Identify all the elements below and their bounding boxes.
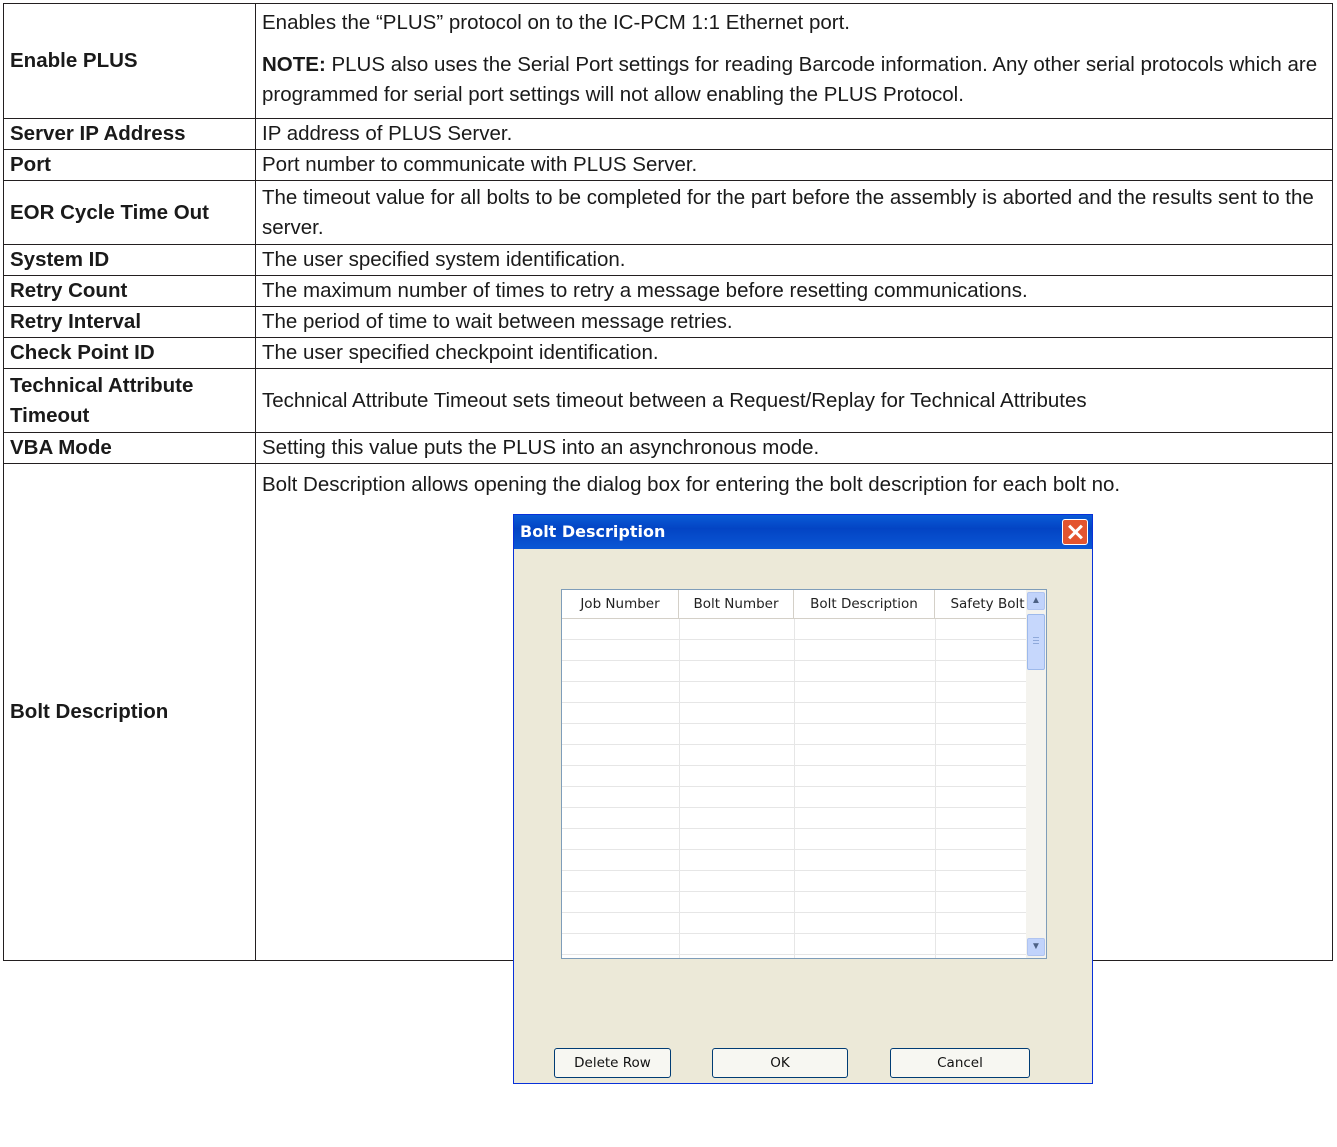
column-header-bolt-number[interactable]: Bolt Number bbox=[679, 590, 794, 618]
parameters-table: Enable PLUS Enables the “PLUS” protocol … bbox=[3, 3, 1333, 1084]
param-label: Server IP Address bbox=[3, 118, 256, 150]
row-server-ip: Server IP Address IP address of PLUS Ser… bbox=[3, 118, 1333, 150]
row-vba-mode: VBA Mode Setting this value puts the PLU… bbox=[3, 432, 1333, 464]
param-description: Enables the “PLUS” protocol on to the IC… bbox=[255, 3, 1333, 119]
param-label: Check Point ID bbox=[3, 337, 256, 369]
row-enable-plus: Enable PLUS Enables the “PLUS” protocol … bbox=[3, 3, 1333, 119]
param-description-text: Enables the “PLUS” protocol on to the IC… bbox=[262, 11, 850, 34]
param-label: VBA Mode bbox=[3, 432, 256, 464]
column-header-safety-bolt[interactable]: Safety Bolt bbox=[935, 590, 1040, 618]
param-label: Port bbox=[3, 149, 256, 181]
param-label: Enable PLUS bbox=[3, 3, 256, 119]
close-icon[interactable] bbox=[1062, 519, 1088, 545]
param-label: System ID bbox=[3, 244, 256, 276]
ok-button[interactable]: OK bbox=[712, 1048, 848, 1078]
note-label: NOTE: bbox=[262, 53, 326, 76]
row-bolt-description: Bolt Description Bolt Description allows… bbox=[3, 463, 1333, 1084]
param-description-text: Bolt Description allows opening the dial… bbox=[262, 473, 1121, 496]
column-header-job-number[interactable]: Job Number bbox=[562, 590, 679, 618]
row-system-id: System ID The user specified system iden… bbox=[3, 244, 1333, 276]
bolt-description-dialog: Bolt Description Job Number Bolt Number … bbox=[513, 514, 1093, 1084]
param-label: Retry Interval bbox=[3, 306, 256, 338]
param-description: IP address of PLUS Server. bbox=[255, 118, 1333, 150]
dialog-titlebar: Bolt Description bbox=[514, 515, 1092, 549]
vertical-scrollbar[interactable]: ▲ ▼ bbox=[1026, 590, 1046, 958]
note-text: PLUS also uses the Serial Port settings … bbox=[262, 53, 1318, 106]
dialog-title: Bolt Description bbox=[520, 522, 666, 541]
scroll-thumb[interactable] bbox=[1027, 614, 1045, 670]
param-description: The period of time to wait between messa… bbox=[255, 306, 1333, 338]
row-retry-count: Retry Count The maximum number of times … bbox=[3, 275, 1333, 307]
row-port: Port Port number to communicate with PLU… bbox=[3, 149, 1333, 181]
param-description: Setting this value puts the PLUS into an… bbox=[255, 432, 1333, 464]
param-description: Port number to communicate with PLUS Ser… bbox=[255, 149, 1333, 181]
param-label: Retry Count bbox=[3, 275, 256, 307]
delete-row-button[interactable]: Delete Row bbox=[554, 1048, 671, 1078]
row-retry-interval: Retry Interval The period of time to wai… bbox=[3, 306, 1333, 338]
grid-body[interactable] bbox=[562, 619, 1040, 958]
scroll-down-icon[interactable]: ▼ bbox=[1027, 938, 1045, 956]
param-description: Bolt Description allows opening the dial… bbox=[255, 463, 1333, 1084]
param-label: EOR Cycle Time Out bbox=[3, 180, 256, 245]
cancel-button[interactable]: Cancel bbox=[890, 1048, 1030, 1078]
param-label: Technical Attribute Timeout bbox=[3, 368, 256, 433]
row-technical-attribute-timeout: Technical Attribute Timeout Technical At… bbox=[3, 368, 1333, 433]
column-divider bbox=[935, 619, 936, 958]
column-divider bbox=[679, 619, 680, 958]
bolt-grid[interactable]: Job Number Bolt Number Bolt Description … bbox=[561, 589, 1047, 959]
param-description: The user specified checkpoint identifica… bbox=[255, 337, 1333, 369]
grid-header: Job Number Bolt Number Bolt Description … bbox=[562, 590, 1046, 619]
param-label: Bolt Description bbox=[3, 463, 256, 961]
scroll-up-icon[interactable]: ▲ bbox=[1027, 592, 1045, 610]
param-description: The maximum number of times to retry a m… bbox=[255, 275, 1333, 307]
row-check-point-id: Check Point ID The user specified checkp… bbox=[3, 337, 1333, 369]
param-description: Technical Attribute Timeout sets timeout… bbox=[255, 368, 1333, 433]
param-description: The user specified system identification… bbox=[255, 244, 1333, 276]
note: NOTE: PLUS also uses the Serial Port set… bbox=[262, 50, 1326, 110]
param-description: The timeout value for all bolts to be co… bbox=[255, 180, 1333, 245]
column-header-bolt-description[interactable]: Bolt Description bbox=[794, 590, 935, 618]
row-eor-cycle: EOR Cycle Time Out The timeout value for… bbox=[3, 180, 1333, 245]
column-divider bbox=[794, 619, 795, 958]
